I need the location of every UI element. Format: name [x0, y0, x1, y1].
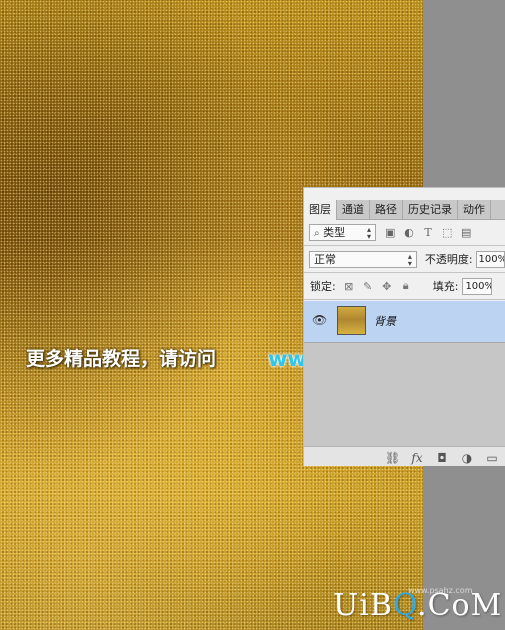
type-filter-icon[interactable]: T — [423, 226, 433, 239]
eye-icon[interactable]: 👁︎ — [312, 313, 327, 327]
link-layers-icon[interactable]: ⛓︎ — [385, 451, 400, 465]
site-logo: UiBQ.CoM — [333, 588, 502, 624]
adjustment-layer-icon[interactable]: ◑ — [460, 451, 474, 465]
opacity-label: 不透明度: — [424, 253, 473, 266]
smart-object-filter-icon[interactable]: ▤ — [461, 226, 471, 239]
layer-thumbnail — [337, 306, 366, 335]
adjustment-filter-icon[interactable]: ◐ — [404, 226, 414, 239]
lock-image-brush-icon[interactable]: ✎ — [362, 280, 374, 293]
search-icon: ⌕ — [314, 227, 320, 239]
blend-mode-select[interactable]: 正常 ▴ ▾ — [309, 250, 417, 268]
lock-position-move-icon[interactable]: ✥ — [381, 280, 393, 293]
logo-part2: Q — [392, 588, 418, 623]
add-mask-icon[interactable]: ◘ — [435, 451, 449, 465]
tab-history[interactable]: 历史记录 — [403, 200, 458, 219]
lock-label: 锁定: — [310, 280, 336, 293]
stepper-arrows-icon: ▴ ▾ — [407, 251, 412, 268]
fill-input[interactable]: 100% — [462, 277, 493, 295]
layer-name[interactable]: 背景 — [374, 313, 396, 329]
panel-bottom-bar: ⛓︎ fx ◘ ◑ ▭ — [304, 446, 505, 466]
new-group-icon[interactable]: ▭ — [485, 451, 499, 465]
fill-label: 填充: — [432, 280, 459, 293]
logo-part1: UiB — [333, 588, 393, 623]
lock-all-icon[interactable]: 🔒︎ — [400, 279, 412, 293]
layers-list-empty-area — [304, 343, 505, 446]
divider — [304, 245, 505, 246]
tab-paths[interactable]: 路径 — [370, 200, 403, 219]
divider — [304, 299, 505, 300]
layer-row[interactable]: 👁︎ 背景 — [304, 301, 505, 343]
shape-filter-icon[interactable]: ⬚ — [442, 226, 452, 239]
tab-actions[interactable]: 动作 — [458, 200, 491, 219]
opacity-input[interactable]: 100% — [475, 250, 505, 268]
blend-row: 正常 ▴ ▾ 不透明度: 100% — [304, 248, 505, 270]
stepper-arrows-icon: ▴ ▾ — [366, 224, 371, 241]
image-filter-icon[interactable]: ▣ — [385, 226, 395, 239]
layers-panel: 图层 通道 路径 历史记录 动作 ⌕ 类型 ▴ ▾ ▣ ◐ T ⬚ ▤ 正常 ▴ ▾… — [303, 187, 505, 466]
filter-kind-label: 类型 — [323, 225, 346, 239]
lock-row: 锁定: ⊠ ✎ ✥ 🔒︎ 填充: 100% — [304, 275, 505, 297]
divider — [304, 272, 505, 273]
filter-kind-select[interactable]: ⌕ 类型 ▴ ▾ — [309, 223, 376, 241]
tab-layers[interactable]: 图层 — [304, 200, 337, 220]
watermark-text: 更多精品教程，请访问 — [26, 348, 217, 370]
logo-sep: . — [417, 588, 428, 623]
blend-mode-label: 正常 — [314, 252, 336, 266]
lock-transparent-icon[interactable]: ⊠ — [343, 280, 355, 293]
filter-row: ⌕ 类型 ▴ ▾ ▣ ◐ T ⬚ ▤ — [304, 221, 505, 243]
fx-icon[interactable]: fx — [410, 451, 424, 465]
panel-tabs: 图层 通道 路径 历史记录 动作 — [304, 200, 505, 220]
tab-channels[interactable]: 通道 — [337, 200, 370, 219]
logo-part3: CoM — [427, 588, 503, 623]
